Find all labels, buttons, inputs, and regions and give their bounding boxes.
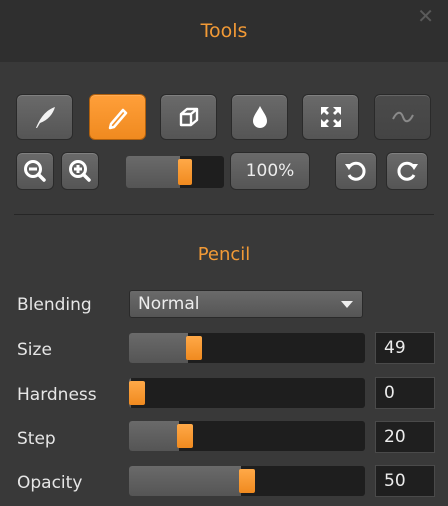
blending-value: Normal [138,294,200,314]
size-slider[interactable] [129,333,365,363]
rotate-left-icon [345,161,366,181]
opacity-value-field[interactable]: 50 [375,465,435,497]
panel-title: Tools [200,20,248,42]
rotate-right-icon [397,161,418,181]
opacity-slider-handle[interactable] [239,469,255,493]
size-slider-handle[interactable] [186,336,202,360]
opacity-slider-fill [129,466,241,496]
panel-titlebar: Tools ✕ [0,0,448,62]
expand-icon [320,107,341,127]
zoom-slider-handle[interactable] [178,159,192,185]
zoom-out-icon [24,160,46,182]
smudge-tool-button[interactable] [374,94,431,140]
zoom-in-button[interactable] [61,152,99,190]
blending-dropdown[interactable]: Normal [129,290,363,318]
rotate-left-button[interactable] [335,152,377,190]
close-icon[interactable]: ✕ [417,6,434,26]
blending-label: Blending [17,295,92,315]
tools-panel: Tools ✕ 100% Pencil Blending Normal Size… [0,0,448,506]
chevron-down-icon [341,301,353,308]
step-slider-fill [129,421,179,451]
wave-icon [391,111,414,123]
hardness-value-field[interactable]: 0 [375,377,435,409]
eraser-tool-button[interactable] [160,94,217,140]
hardness-slider[interactable] [129,378,365,408]
opacity-slider[interactable] [129,466,365,496]
divider [14,214,434,215]
feather-tool-button[interactable] [16,94,73,140]
drop-icon [252,106,267,128]
eraser-icon [179,107,198,127]
step-value-field[interactable]: 20 [375,421,435,453]
zoom-out-button[interactable] [16,152,54,190]
size-value-field[interactable]: 49 [375,332,435,364]
zoom-in-icon [69,160,91,182]
opacity-label: Opacity [17,473,83,493]
zoom-slider[interactable] [126,156,224,188]
step-label: Step [17,429,56,449]
size-slider-fill [129,333,188,363]
zoom-level-field[interactable]: 100% [230,152,310,190]
size-label: Size [17,340,52,360]
zoom-slider-fill [126,156,180,188]
section-title: Pencil [197,244,251,265]
pencil-icon [108,108,127,130]
step-slider[interactable] [129,421,365,451]
feather-icon [35,107,55,128]
drop-tool-button[interactable] [231,94,288,140]
step-slider-handle[interactable] [177,424,193,448]
rotate-right-button[interactable] [386,152,428,190]
hardness-label: Hardness [17,385,97,405]
pencil-tool-button[interactable] [89,94,146,140]
hardness-slider-handle[interactable] [129,381,145,405]
transform-tool-button[interactable] [302,94,359,140]
